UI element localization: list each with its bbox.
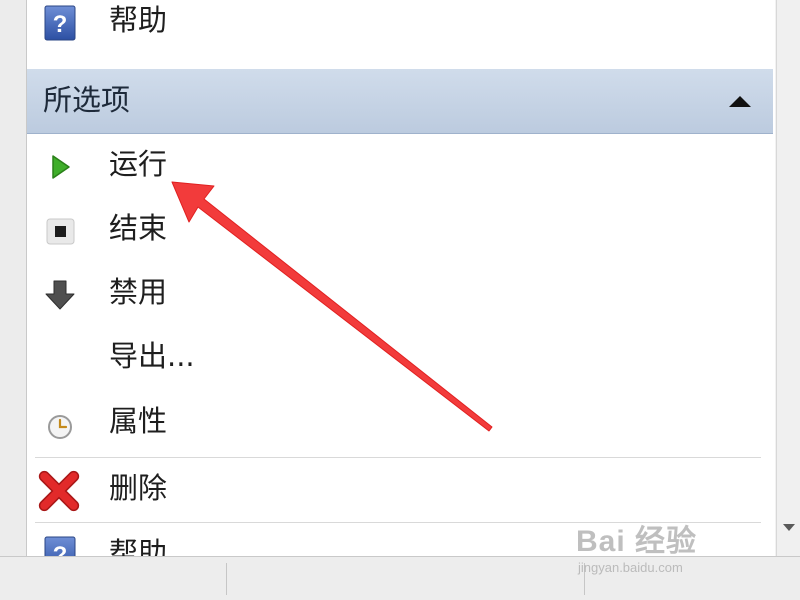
- left-pane-edge: [0, 0, 27, 556]
- menu-item-label: 帮助: [109, 3, 168, 37]
- menu-item-label: 导出...: [109, 339, 195, 373]
- help-icon: ?: [44, 536, 76, 556]
- menu-item-label: 运行: [109, 147, 168, 181]
- menu-item-disable[interactable]: 禁用: [27, 262, 775, 324]
- menu-item-label: 禁用: [109, 275, 168, 309]
- watermark-url: jingyan.baidu.com: [578, 560, 683, 575]
- section-title: 所选项: [43, 83, 131, 117]
- menu-item-label: 属性: [109, 404, 168, 438]
- collapse-triangle-icon[interactable]: [729, 96, 751, 107]
- watermark-brand: Bai 经验: [576, 525, 698, 558]
- delete-x-icon: [38, 470, 80, 512]
- menu-item-delete[interactable]: 删除: [27, 458, 775, 520]
- vertical-scrollbar[interactable]: [776, 0, 800, 556]
- menu-item-end[interactable]: 结束: [27, 198, 775, 260]
- menu-item-label: 帮助: [109, 536, 168, 556]
- status-pane: [227, 563, 585, 595]
- svg-text:?: ?: [53, 542, 68, 556]
- task-scheduler-actions-screen: ? 帮助 所选项 运行 结束 禁用 导出... 属性 删除 帮助 Bai 经验 …: [0, 0, 800, 600]
- menu-item-label: 结束: [109, 211, 168, 245]
- menu-item-properties[interactable]: 属性: [27, 391, 775, 453]
- menu-item-help-top[interactable]: ? 帮助: [27, 0, 775, 52]
- disable-down-arrow-icon: [45, 280, 75, 310]
- menu-item-label: 删除: [109, 471, 168, 505]
- status-pane: [0, 563, 227, 595]
- scroll-down-arrow-icon[interactable]: [783, 524, 795, 531]
- baidu-jingyan-watermark: Bai 经验 jingyan.baidu.com: [576, 516, 776, 582]
- clock-properties-icon: [48, 415, 72, 439]
- menu-item-export[interactable]: 导出...: [27, 326, 775, 388]
- help-icon: ?: [44, 5, 76, 41]
- svg-text:?: ?: [53, 11, 68, 38]
- stop-icon: [46, 218, 75, 245]
- section-header-selected-item[interactable]: 所选项: [27, 69, 773, 134]
- actions-pane: ? 帮助 所选项 运行 结束 禁用 导出... 属性 删除 帮助: [27, 0, 775, 556]
- play-icon: [52, 155, 70, 179]
- menu-item-run[interactable]: 运行: [27, 134, 775, 196]
